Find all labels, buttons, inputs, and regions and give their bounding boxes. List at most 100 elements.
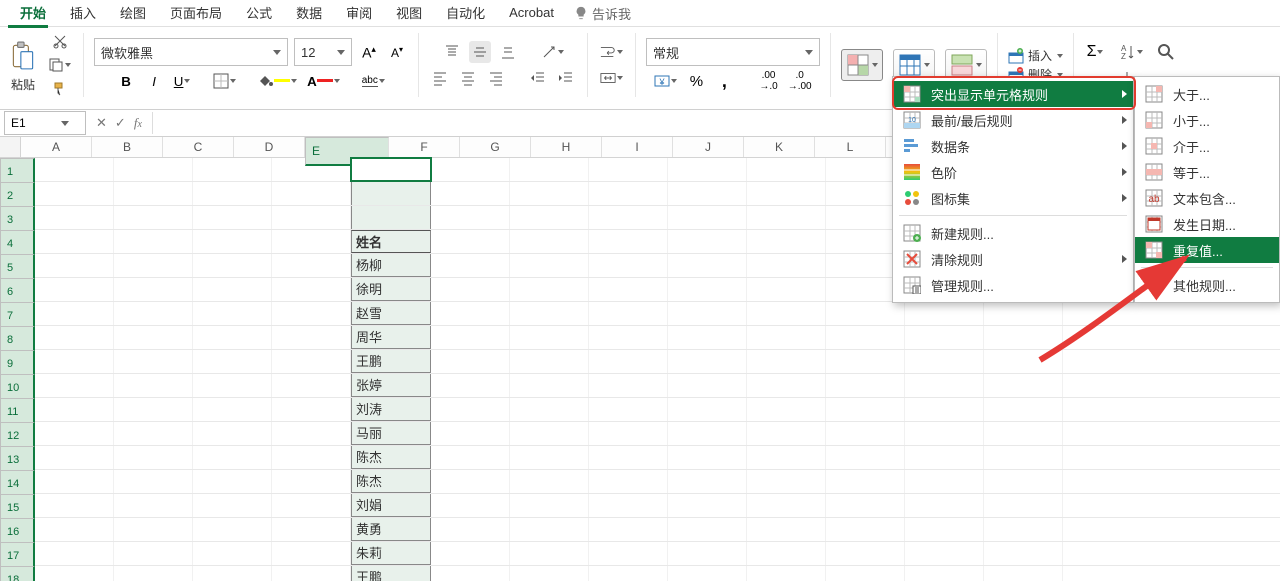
cell-F9[interactable] <box>431 350 510 373</box>
cell-C13[interactable] <box>193 446 272 469</box>
cell-D7[interactable] <box>272 302 351 325</box>
cf-menu-clear-rules[interactable]: 清除规则 <box>893 246 1133 272</box>
cell-A17[interactable] <box>35 542 114 565</box>
cell-G12[interactable] <box>510 422 589 445</box>
cell-G1[interactable] <box>510 158 589 181</box>
tab-draw[interactable]: 绘图 <box>108 0 158 26</box>
cell-A4[interactable] <box>35 230 114 253</box>
cell-G8[interactable] <box>510 326 589 349</box>
cell-H2[interactable] <box>589 182 668 205</box>
cell-G13[interactable] <box>510 446 589 469</box>
cell-L8[interactable] <box>905 326 984 349</box>
cell-I13[interactable] <box>668 446 747 469</box>
cell-J17[interactable] <box>747 542 826 565</box>
cell-L7[interactable] <box>905 302 984 325</box>
align-right-button[interactable] <box>485 67 507 89</box>
cell-L14[interactable] <box>905 470 984 493</box>
cell-L15[interactable] <box>905 494 984 517</box>
cell-M17[interactable] <box>984 542 1063 565</box>
comma-format-button[interactable]: , <box>713 70 735 92</box>
column-header-F[interactable]: F <box>389 137 460 157</box>
cell-B16[interactable] <box>114 518 193 541</box>
cell-I4[interactable] <box>668 230 747 253</box>
cell-F17[interactable] <box>431 542 510 565</box>
cell-B11[interactable] <box>114 398 193 421</box>
sort-filter-button[interactable]: AZ <box>1116 41 1145 63</box>
cf-menu-manage-rules[interactable]: 管理规则... <box>893 272 1133 298</box>
cell-D13[interactable] <box>272 446 351 469</box>
cell-E10[interactable]: 张婷 <box>351 374 431 397</box>
cell-C17[interactable] <box>193 542 272 565</box>
cell-I9[interactable] <box>668 350 747 373</box>
cell-I6[interactable] <box>668 278 747 301</box>
cell-C10[interactable] <box>193 374 272 397</box>
cell-F15[interactable] <box>431 494 510 517</box>
cf-menu-color-scales[interactable]: 色阶 <box>893 159 1133 185</box>
cell-C7[interactable] <box>193 302 272 325</box>
cell-F3[interactable] <box>431 206 510 229</box>
column-header-K[interactable]: K <box>744 137 815 157</box>
column-header-J[interactable]: J <box>673 137 744 157</box>
cell-J15[interactable] <box>747 494 826 517</box>
cell-B1[interactable] <box>114 158 193 181</box>
cell-E16[interactable]: 黄勇 <box>351 518 431 541</box>
cell-D11[interactable] <box>272 398 351 421</box>
phonetic-button[interactable]: abc <box>360 70 387 92</box>
tab-automate[interactable]: 自动化 <box>434 0 497 26</box>
find-select-button[interactable] <box>1155 41 1177 63</box>
cell-C9[interactable] <box>193 350 272 373</box>
cell-B9[interactable] <box>114 350 193 373</box>
cell-J12[interactable] <box>747 422 826 445</box>
cell-A3[interactable] <box>35 206 114 229</box>
cell-M12[interactable] <box>984 422 1063 445</box>
cell-C6[interactable] <box>193 278 272 301</box>
cell-K14[interactable] <box>826 470 905 493</box>
cell-H15[interactable] <box>589 494 668 517</box>
insert-cells-button[interactable]: 插入 <box>1008 47 1063 64</box>
cell-I1[interactable] <box>668 158 747 181</box>
cell-C18[interactable] <box>193 566 272 581</box>
percent-format-button[interactable]: % <box>685 70 707 92</box>
cell-F18[interactable] <box>431 566 510 581</box>
cell-B18[interactable] <box>114 566 193 581</box>
cell-C2[interactable] <box>193 182 272 205</box>
align-middle-button[interactable] <box>469 41 491 63</box>
cell-J14[interactable] <box>747 470 826 493</box>
cell-J13[interactable] <box>747 446 826 469</box>
cell-L17[interactable] <box>905 542 984 565</box>
cell-H11[interactable] <box>589 398 668 421</box>
tab-home[interactable]: 开始 <box>8 0 58 26</box>
cell-I12[interactable] <box>668 422 747 445</box>
cell-J7[interactable] <box>747 302 826 325</box>
cell-I7[interactable] <box>668 302 747 325</box>
cell-K15[interactable] <box>826 494 905 517</box>
cell-F2[interactable] <box>431 182 510 205</box>
hl-menu-dup[interactable]: 重复值... <box>1135 237 1279 263</box>
cell-I11[interactable] <box>668 398 747 421</box>
cell-M16[interactable] <box>984 518 1063 541</box>
hl-menu-text[interactable]: ab文本包含... <box>1135 185 1279 211</box>
cell-G5[interactable] <box>510 254 589 277</box>
cell-M14[interactable] <box>984 470 1063 493</box>
increase-font-button[interactable]: A▴ <box>358 41 380 63</box>
align-bottom-button[interactable] <box>497 41 519 63</box>
tell-me-search[interactable]: 告诉我 <box>574 4 631 23</box>
cell-G18[interactable] <box>510 566 589 581</box>
cell-D2[interactable] <box>272 182 351 205</box>
cell-I16[interactable] <box>668 518 747 541</box>
cell-G4[interactable] <box>510 230 589 253</box>
cell-B6[interactable] <box>114 278 193 301</box>
cell-E8[interactable]: 周华 <box>351 326 431 349</box>
column-header-C[interactable]: C <box>163 137 234 157</box>
increase-indent-button[interactable] <box>555 67 577 89</box>
cell-L16[interactable] <box>905 518 984 541</box>
name-box[interactable] <box>4 111 86 135</box>
cell-E6[interactable]: 徐明 <box>351 278 431 301</box>
column-header-L[interactable]: L <box>815 137 886 157</box>
cell-E2[interactable] <box>351 182 431 205</box>
borders-button[interactable] <box>211 70 238 92</box>
cell-A6[interactable] <box>35 278 114 301</box>
cell-B15[interactable] <box>114 494 193 517</box>
cell-G16[interactable] <box>510 518 589 541</box>
cell-K12[interactable] <box>826 422 905 445</box>
